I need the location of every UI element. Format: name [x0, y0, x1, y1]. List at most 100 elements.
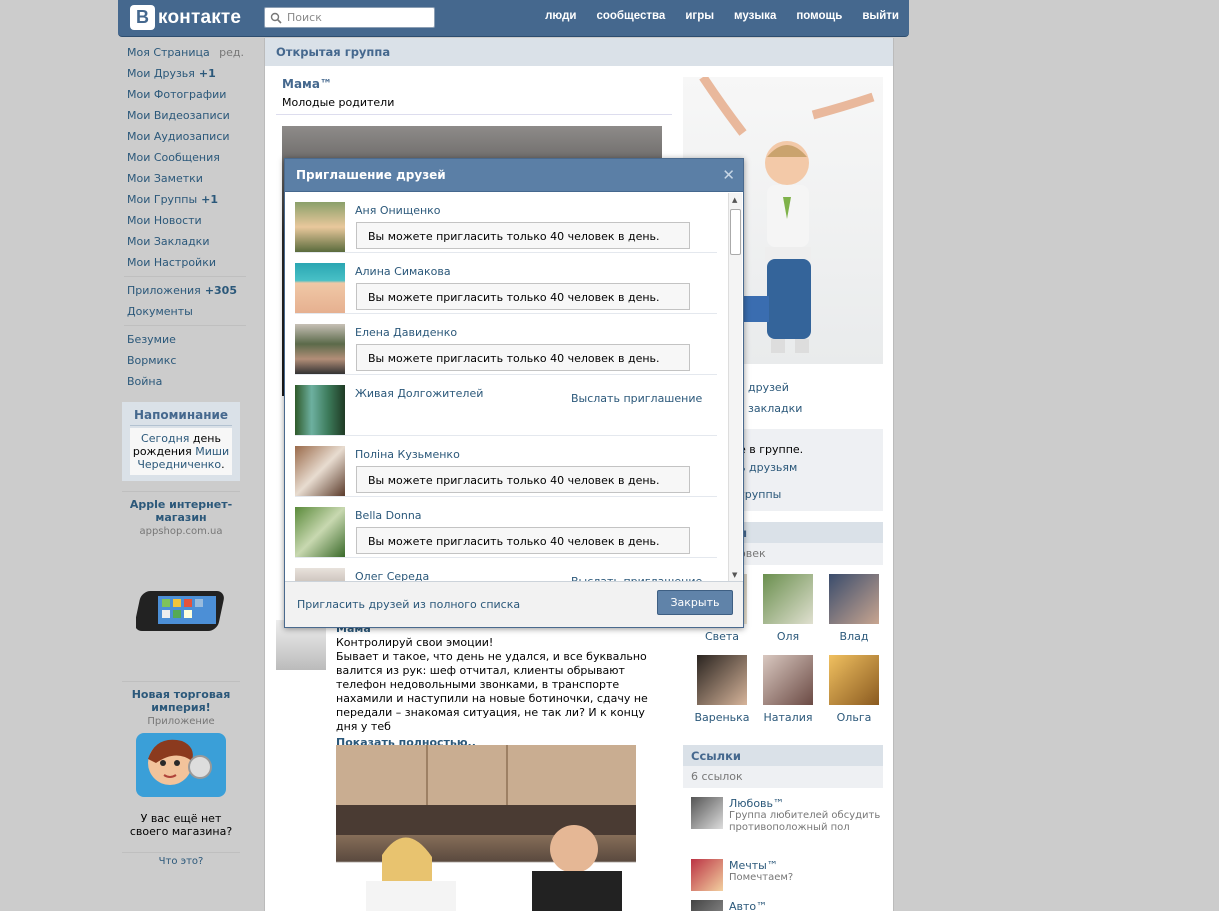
member-name[interactable]: Наталия [755, 711, 821, 724]
menu-divider [124, 276, 246, 277]
nav-logout[interactable]: выйти [862, 10, 899, 22]
close-icon[interactable]: ✕ [722, 166, 735, 184]
friend-name[interactable]: Bella Donna [355, 509, 422, 522]
vk-logo[interactable]: В контакте [130, 5, 241, 30]
friend-avatar[interactable] [295, 568, 345, 582]
friend-avatar[interactable] [295, 324, 345, 374]
menu-app-wormix[interactable]: Вормикс [122, 350, 248, 371]
tell-friends-link[interactable]: ь друзьям [739, 461, 797, 474]
friend-name[interactable]: Аня Онищенко [355, 204, 441, 217]
menu-my-videos[interactable]: Мои Видеозаписи [122, 105, 248, 126]
ads-what-is-this[interactable]: Что это? [122, 856, 240, 867]
menu-my-photos[interactable]: Мои Фотографии [122, 84, 248, 105]
search-icon [270, 12, 282, 24]
link-item[interactable]: Авто™ [691, 900, 881, 911]
friend-name[interactable]: Алина Симакова [355, 265, 451, 278]
friend-avatar[interactable] [295, 385, 345, 435]
iphone-image[interactable] [134, 589, 226, 635]
menu-my-messages[interactable]: Мои Сообщения [122, 147, 248, 168]
invite-from-full-list-link[interactable]: Пригласить друзей из полного списка [297, 598, 520, 611]
link-title[interactable]: Авто™ [729, 900, 767, 911]
ad-game[interactable]: Новая торговая империя! Приложение У вас… [122, 688, 240, 838]
link-title[interactable]: Любовь™ [729, 797, 881, 810]
menu-my-notes[interactable]: Мои Заметки [122, 168, 248, 189]
reminder-person-link[interactable]: Миши [195, 445, 229, 458]
game-app-image[interactable] [136, 733, 226, 797]
scroll-up-icon[interactable]: ▲ [732, 196, 737, 204]
member-photo[interactable] [697, 655, 747, 705]
ad-title[interactable]: Apple интернет-магазин [122, 498, 240, 524]
link-photo[interactable] [691, 859, 723, 891]
dialog-header: Приглашение друзей ✕ [285, 159, 743, 192]
friend-name[interactable]: Елена Давиденко [355, 326, 457, 339]
friend-avatar[interactable] [295, 507, 345, 557]
friend-name[interactable]: Поліна Кузьменко [355, 448, 460, 461]
scroll-down-icon[interactable]: ▼ [732, 571, 737, 579]
menu-my-news[interactable]: Мои Новости [122, 210, 248, 231]
post-image[interactable] [336, 745, 636, 911]
leave-group-link[interactable]: группы [739, 488, 781, 501]
member-card[interactable]: Ольга [821, 655, 887, 736]
link-item[interactable]: Любовь™ Группа любителей обсудить противо… [691, 797, 881, 834]
link-photo[interactable] [691, 900, 723, 911]
close-button[interactable]: Закрыть [657, 590, 733, 615]
ad-divider [122, 852, 240, 853]
link-photo[interactable] [691, 797, 723, 829]
friend-avatar[interactable] [295, 202, 345, 252]
link-item[interactable]: Мечты™ Помечтаем? [691, 859, 881, 891]
nav-people[interactable]: люди [545, 10, 576, 22]
links-header[interactable]: Ссылки [683, 745, 883, 766]
friend-row: Олег Середа Выслать приглашение [295, 558, 717, 582]
member-photo[interactable] [763, 574, 813, 624]
friend-avatar[interactable] [295, 446, 345, 496]
invite-friends-link[interactable]: ь друзей [738, 381, 789, 394]
reminder-person-link[interactable]: Чередниченко [137, 458, 221, 471]
send-invite-link[interactable]: Выслать приглашение [571, 392, 702, 405]
nav-help[interactable]: помощь [796, 10, 842, 22]
nav-music[interactable]: музыка [734, 10, 776, 22]
menu-my-page[interactable]: Моя Страница ред. [122, 42, 248, 63]
menu-my-settings[interactable]: Мои Настройки [122, 252, 248, 273]
menu-app-bezumie[interactable]: Безумие [122, 329, 248, 350]
edit-link[interactable]: ред. [219, 42, 244, 63]
menu-my-audio[interactable]: Мои Аудиозаписи [122, 126, 248, 147]
menu-label: Мои Друзья [127, 67, 195, 80]
member-photo[interactable] [829, 574, 879, 624]
friend-name[interactable]: Живая Долгожителей [355, 387, 483, 400]
search-input[interactable]: Поиск [264, 7, 435, 28]
friends-list[interactable]: Аня Онищенко Вы можете пригласить только… [285, 192, 727, 582]
member-card[interactable]: Наталия [755, 655, 821, 736]
member-card[interactable]: Оля [755, 574, 821, 655]
ad-title[interactable]: Новая торговая империя! [122, 688, 240, 714]
friend-row: Елена Давиденко Вы можете пригласить тол… [295, 314, 717, 375]
menu-app-voina[interactable]: Война [122, 371, 248, 392]
member-card[interactable]: Влад [821, 574, 887, 655]
add-bookmark-link[interactable]: в закладки [738, 402, 802, 415]
menu-my-friends[interactable]: Мои Друзья +1 [122, 63, 248, 84]
member-name[interactable]: Влад [821, 630, 887, 643]
member-name[interactable]: Варенька [689, 711, 755, 724]
group-status: Молодые родители [282, 96, 395, 109]
member-name[interactable]: Оля [755, 630, 821, 643]
menu-apps[interactable]: Приложения +305 [122, 280, 248, 301]
scroll-thumb[interactable] [730, 209, 741, 255]
dialog-scrollbar[interactable]: ▲ ▼ [728, 193, 742, 581]
invite-friends-dialog: Приглашение друзей ✕ Аня Онищенко Вы мож… [284, 158, 744, 628]
reminder-today-link[interactable]: Сегодня [141, 432, 189, 445]
menu-my-bookmarks[interactable]: Мои Закладки [122, 231, 248, 252]
menu-label: Приложения [127, 284, 201, 297]
member-photo[interactable] [829, 655, 879, 705]
link-title[interactable]: Мечты™ [729, 859, 793, 872]
member-photo[interactable] [763, 655, 813, 705]
ad-apple[interactable]: Apple интернет-магазин appshop.com.ua [122, 498, 240, 638]
menu-documents[interactable]: Документы [122, 301, 248, 322]
member-name[interactable]: Света [689, 630, 755, 643]
menu-my-groups[interactable]: Мои Группы +1 [122, 189, 248, 210]
member-name[interactable]: Ольга [821, 711, 887, 724]
link-desc: Группа любителей обсудить противоположны… [729, 810, 881, 833]
nav-games[interactable]: игры [685, 10, 714, 22]
member-card[interactable]: Варенька [689, 655, 755, 736]
friend-avatar[interactable] [295, 263, 345, 313]
nav-communities[interactable]: сообщества [596, 10, 665, 22]
reminder-box: Напоминание Сегодня день рождения Миши Ч… [122, 402, 240, 481]
